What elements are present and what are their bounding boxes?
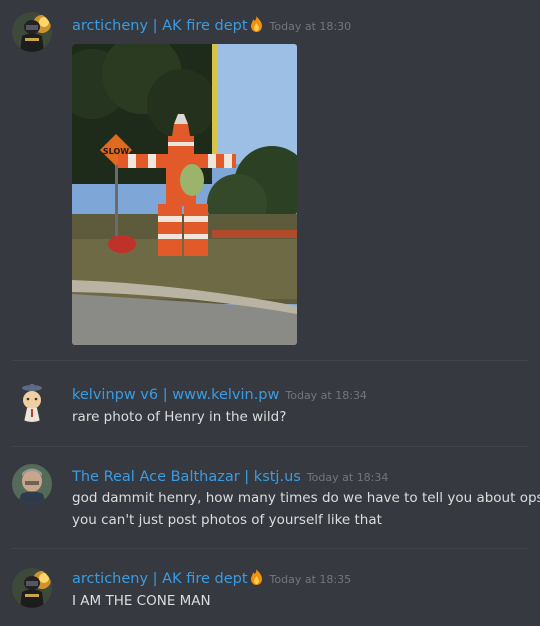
message-text-line-1: god dammit henry, how many times do we h… <box>72 490 540 506</box>
timestamp: Today at 18:34 <box>285 389 367 402</box>
message-group-1: arcticheny | AK fire dept Today at 18:30 <box>0 0 540 360</box>
avatar-arcticheny[interactable] <box>12 12 52 52</box>
timestamp: Today at 18:34 <box>306 471 389 484</box>
username[interactable]: The Real Ace Balthazar | kstj.us <box>72 469 301 485</box>
username[interactable]: arcticheny | AK fire dept <box>72 18 248 34</box>
avatar-kelvinpw[interactable] <box>12 382 52 422</box>
message-header: kelvinpw v6 | www.kelvin.pw Today at 18:3… <box>72 386 367 405</box>
message-text-line-2: you can't just post photos of yourself l… <box>72 512 382 528</box>
message-text: I AM THE CONE MAN <box>72 593 211 609</box>
timestamp: Today at 18:35 <box>269 573 352 586</box>
username[interactable]: arcticheny | AK fire dept <box>72 571 248 587</box>
message-header: arcticheny | AK fire dept Today at 18:35 <box>72 569 351 590</box>
message-text: rare photo of Henry in the wild? <box>72 409 287 425</box>
avatar-arcticheny[interactable] <box>12 568 52 608</box>
image-attachment[interactable]: SLOW <box>72 44 297 345</box>
fire-emoji-icon <box>249 16 264 37</box>
avatar-ace-balthazar[interactable] <box>12 464 52 504</box>
message-group-3: The Real Ace Balthazar | kstj.us Today at… <box>0 446 540 548</box>
message-group-4: arcticheny | AK fire dept Today at 18:35 … <box>0 548 540 626</box>
message-group-2: kelvinpw v6 | www.kelvin.pw Today at 18:3… <box>0 360 540 446</box>
timestamp: Today at 18:30 <box>269 20 352 33</box>
fire-emoji-icon <box>249 569 264 590</box>
username[interactable]: kelvinpw v6 | www.kelvin.pw <box>72 387 279 403</box>
message-header: The Real Ace Balthazar | kstj.us Today at… <box>72 468 388 487</box>
message-header: arcticheny | AK fire dept Today at 18:30 <box>72 16 351 37</box>
